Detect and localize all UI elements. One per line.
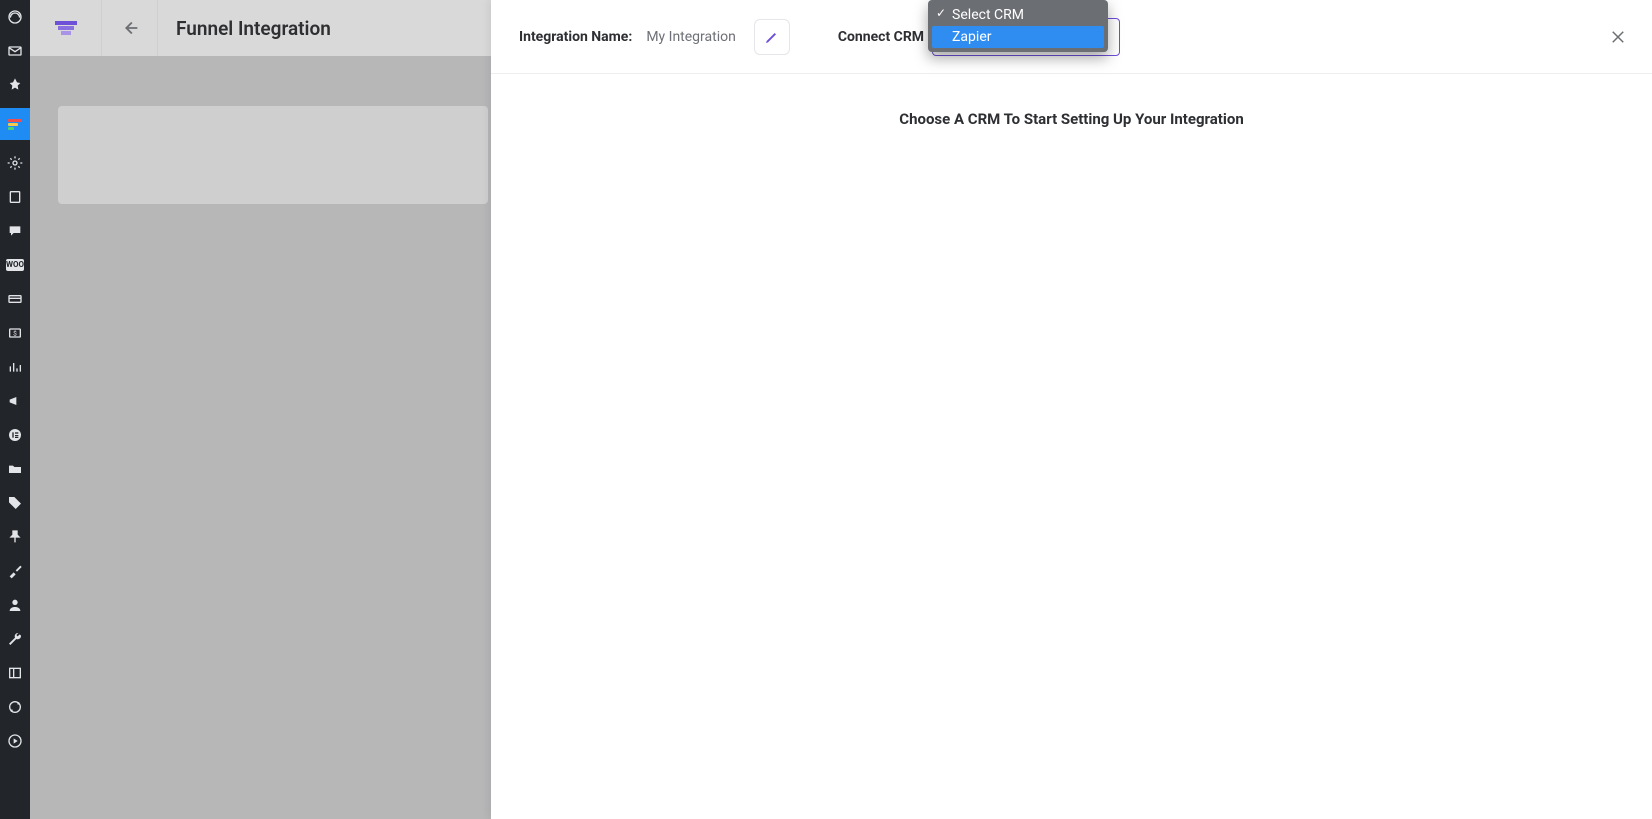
integration-name-label: Integration Name: [519,29,632,45]
arrow-left-icon [119,17,141,39]
crm-dropdown-placeholder[interactable]: Select CRM [932,4,1104,26]
folder-icon [7,461,23,477]
nav-folder[interactable] [0,458,30,480]
close-panel-button[interactable] [1606,25,1630,49]
nav-money[interactable]: $ [0,322,30,344]
pin2-icon [7,529,23,545]
pin-icon [7,77,23,93]
integration-name-value: My Integration [646,29,736,45]
pencil-icon [764,29,780,45]
nav-wrench[interactable] [0,628,30,650]
funnel-icon [8,119,22,130]
refresh-icon [7,699,23,715]
mail-icon [7,43,23,59]
nav-tag[interactable] [0,492,30,514]
connect-crm-group: Connect CRM Select CRM Zapier [838,18,1120,56]
nav-pin2[interactable] [0,526,30,548]
card-icon [7,291,23,307]
nav-settings[interactable] [0,152,30,174]
nav-woo[interactable]: WOO [0,254,30,276]
brand-logo-box[interactable] [30,0,102,56]
nav-pin[interactable] [0,74,30,96]
content-placeholder-card [58,106,488,204]
user-icon [7,597,23,613]
settings-icon [7,155,23,171]
left-nav: WOO $ [0,0,30,819]
chat-icon [7,223,23,239]
analytics-icon [7,359,23,375]
wrench-icon [7,631,23,647]
empty-state-message: Choose A CRM To Start Setting Up Your In… [491,110,1652,128]
elementor-icon [7,427,23,443]
nav-card[interactable] [0,288,30,310]
close-icon [1609,28,1627,46]
book-icon [7,189,23,205]
play-icon [7,733,23,749]
woo-badge-icon: WOO [6,259,24,271]
panel-header: Integration Name: My Integration Connect… [491,0,1652,74]
nav-collapse[interactable] [0,662,30,684]
brand-funnel-icon [55,21,77,35]
crm-dropdown-option-zapier[interactable]: Zapier [932,26,1104,48]
nav-user[interactable] [0,594,30,616]
nav-elementor[interactable] [0,424,30,446]
nav-book[interactable] [0,186,30,208]
money-icon: $ [7,325,23,341]
crm-dropdown: Select CRM Zapier [928,0,1108,52]
connect-crm-label: Connect CRM [838,29,924,45]
brush-icon [7,563,23,579]
page-title: Funnel Integration [158,17,331,40]
megaphone-icon [7,393,23,409]
integration-panel: Integration Name: My Integration Connect… [491,0,1652,819]
nav-brush[interactable] [0,560,30,582]
nav-analytics[interactable] [0,356,30,378]
nav-megaphone[interactable] [0,390,30,412]
nav-refresh[interactable] [0,696,30,718]
collapse-icon [7,665,23,681]
nav-play[interactable] [0,730,30,752]
edit-name-button[interactable] [754,19,790,55]
nav-mail[interactable] [0,40,30,62]
crm-select-shell: Select CRM Zapier [932,18,1120,56]
dashboard-icon [7,9,23,25]
tag-icon [7,495,23,511]
nav-dashboard[interactable] [0,6,30,28]
nav-funnel-active[interactable] [0,108,30,140]
svg-text:$: $ [13,330,17,338]
back-button[interactable] [102,0,158,56]
panel-body: Choose A CRM To Start Setting Up Your In… [491,74,1652,128]
nav-chat[interactable] [0,220,30,242]
